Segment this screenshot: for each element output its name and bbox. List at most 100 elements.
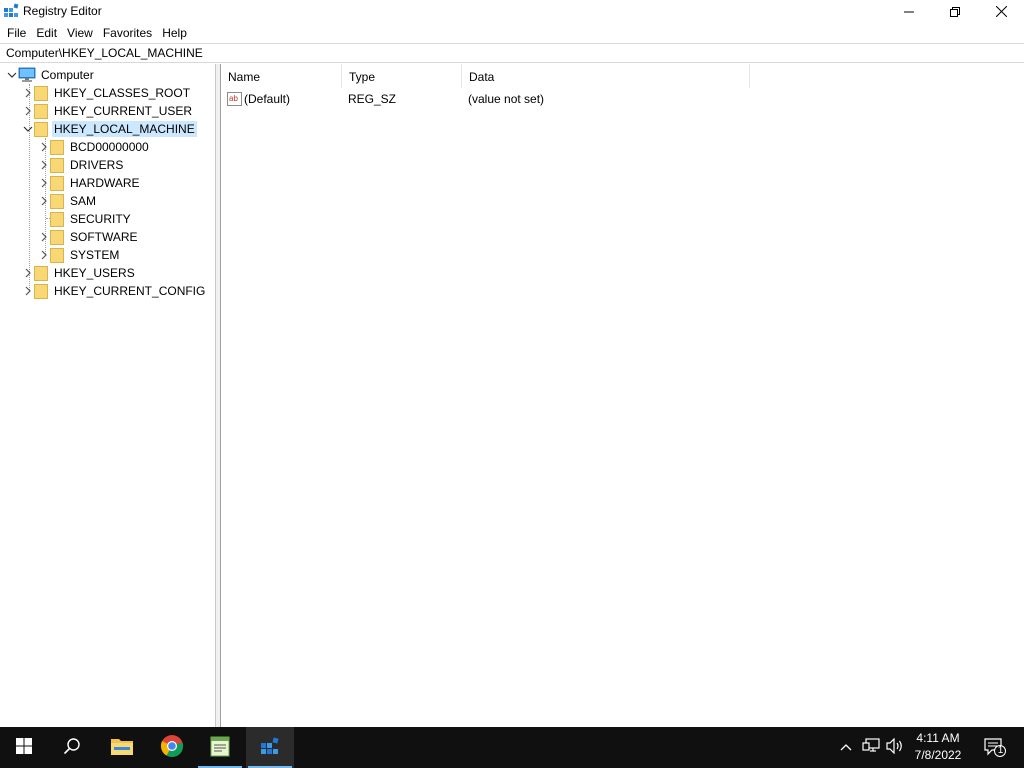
network-button[interactable] [861,737,881,757]
windows-logo-icon [16,738,32,757]
notification-count: 1 [997,745,1004,756]
restore-button[interactable] [932,0,978,23]
chevron-right-icon[interactable] [38,156,50,174]
show-hidden-icons-button[interactable] [836,737,856,757]
search-icon [63,737,81,758]
menu-file[interactable]: File [2,24,31,42]
tree-label: HKEY_CURRENT_CONFIG [54,284,206,298]
tree-label: Computer [41,68,94,82]
registry-editor-icon [3,3,19,19]
tree-item-computer[interactable]: Computer [6,66,96,84]
value-type: REG_SZ [348,92,397,106]
folder-icon [34,283,48,299]
menu-favorites[interactable]: Favorites [98,24,157,42]
tree-label: SYSTEM [70,248,120,262]
list-header: Name Type Data [221,64,1024,88]
value-data: (value not set) [468,92,545,106]
value-name: (Default) [244,92,291,106]
tree-item-hardware[interactable]: HARDWARE [38,174,142,192]
address-bar[interactable]: Computer\HKEY_LOCAL_MACHINE [0,43,1024,63]
notepad-icon [209,735,231,760]
chevron-right-icon[interactable] [22,84,34,102]
folder-icon [34,103,48,119]
folder-icon [50,229,64,245]
window-title: Registry Editor [23,4,102,18]
address-path[interactable]: Computer\HKEY_LOCAL_MACHINE [6,46,203,61]
chevron-right-icon[interactable] [38,228,50,246]
folder-icon [50,157,64,173]
file-explorer-button[interactable] [98,727,146,768]
folder-icon [50,175,64,191]
registry-editor-button[interactable] [246,727,294,768]
minimize-button[interactable] [886,0,932,23]
volume-button[interactable] [885,737,905,757]
clock[interactable]: 4:11 AM 7/8/2022 [908,730,968,764]
chevron-right-icon[interactable] [38,192,50,210]
chevron-up-icon [840,740,852,754]
value-row[interactable]: ab (Default) REG_SZ (value not set) [221,90,761,108]
close-button[interactable] [978,0,1024,23]
chevron-right-icon[interactable] [22,102,34,120]
computer-icon [18,67,36,83]
column-header-name[interactable]: Name [221,64,342,88]
folder-icon [50,139,64,155]
chevron-down-icon[interactable] [6,66,18,84]
values-list[interactable]: Name Type Data ab (Default) REG_SZ (valu… [221,64,1024,727]
menu-view[interactable]: View [62,24,98,42]
folder-icon [34,85,48,101]
chevron-right-icon[interactable] [38,138,50,156]
key-tree[interactable]: Computer HKEY_CLASSES_ROOT HKEY_CURRENT_… [0,64,216,727]
chevron-right-icon[interactable] [22,282,34,300]
search-button[interactable] [48,727,96,768]
menu-help[interactable]: Help [157,24,192,42]
tree-item-software[interactable]: SOFTWARE [38,228,140,246]
tree-item-hkey-users[interactable]: HKEY_USERS [22,264,137,282]
folder-icon [50,193,64,209]
tree-label: SAM [70,194,97,208]
tree-label: HKEY_LOCAL_MACHINE [52,121,197,137]
tree-item-hkey-current-config[interactable]: HKEY_CURRENT_CONFIG [22,282,207,300]
chevron-down-icon[interactable] [22,120,34,138]
tree-label: HKEY_CURRENT_USER [54,104,193,118]
title-bar[interactable]: Registry Editor [0,0,1024,23]
notification-icon: 1 [983,737,1007,757]
tree-item-hkey-current-user[interactable]: HKEY_CURRENT_USER [22,102,194,120]
chrome-icon [160,734,184,761]
svg-text:ab: ab [229,94,238,103]
tree-label: HARDWARE [70,176,140,190]
clock-time: 4:11 AM [916,731,960,745]
tree-label: BCD00000000 [70,140,149,154]
folder-icon [50,211,64,227]
tree-item-hkey-classes-root[interactable]: HKEY_CLASSES_ROOT [22,84,192,102]
notepad-plus-button[interactable] [196,727,244,768]
start-button[interactable] [0,727,48,768]
tree-label: HKEY_USERS [54,266,135,280]
folder-icon [50,247,64,263]
column-header-type[interactable]: Type [342,64,462,88]
chrome-button[interactable] [148,727,196,768]
tree-item-bcd00000000[interactable]: BCD00000000 [38,138,151,156]
action-center-button[interactable]: 1 [982,737,1008,757]
speaker-icon [886,737,904,757]
string-value-icon: ab [227,92,242,106]
folder-open-icon [34,121,48,137]
registry-editor-icon [259,735,281,760]
chevron-right-icon[interactable] [38,174,50,192]
network-icon [862,737,880,757]
column-header-data[interactable]: Data [462,64,750,88]
tree-label: SOFTWARE [70,230,138,244]
tree-label: HKEY_CLASSES_ROOT [54,86,191,100]
chevron-right-icon[interactable] [38,246,50,264]
folder-icon [110,736,134,759]
chevron-right-icon[interactable] [22,264,34,282]
tree-item-hkey-local-machine[interactable]: HKEY_LOCAL_MACHINE [22,120,197,138]
tree-item-system[interactable]: SYSTEM [38,246,121,264]
tree-item-sam[interactable]: SAM [38,192,98,210]
menu-edit[interactable]: Edit [31,24,62,42]
taskbar: 4:11 AM 7/8/2022 1 [0,727,1024,768]
menu-bar: File Edit View Favorites Help [0,23,1024,43]
tree-item-security[interactable]: SECURITY [38,210,133,228]
clock-date: 7/8/2022 [914,748,962,762]
tree-item-drivers[interactable]: DRIVERS [38,156,125,174]
